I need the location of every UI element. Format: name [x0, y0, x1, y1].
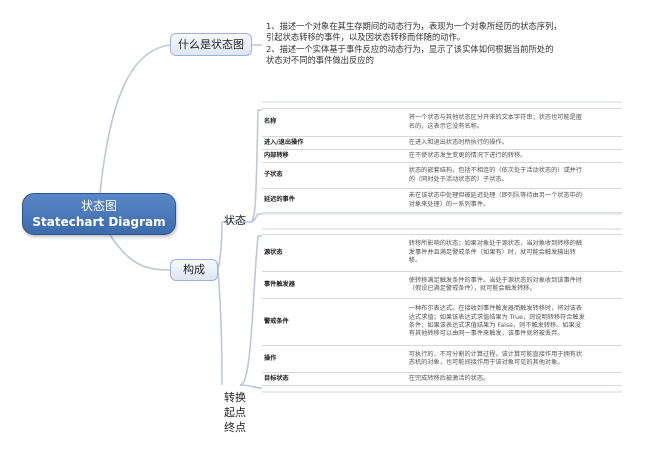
row-name: 内部转移: [262, 149, 407, 163]
definition-line: 2、描述一个实体基于事件反应的动态行为，显示了该实体如何根据当前所处的: [266, 44, 554, 54]
table-row: 源状态 转移所影响的状态；如果对象处于源状态，当对象收到转移的触 发事件并且满足警…: [262, 234, 622, 272]
row-name: 名称: [262, 108, 407, 137]
table-row: 子状态 状态的嵌套结构，包括不相连的（依次处于活动状态的）或并行 的（同时处于活动…: [262, 162, 622, 189]
table-row: 延迟的事件 未在该状态中处理但被延迟处理（即列队等待由另一个状态中的 对象来处理）…: [262, 188, 622, 213]
definition-line: 引起状态转移的事件，以及因状态转移而伴随的动作。: [266, 32, 466, 42]
row-desc: 在完成转移后被激活的状态。: [406, 372, 622, 386]
branch-transition-label: 起点: [224, 406, 246, 419]
table-row: 目标状态 在完成转移后被激活的状态。: [262, 372, 622, 386]
row-desc: 在不使状态发生变更的情况下进行的转移。: [406, 149, 622, 163]
definition-line: 状态对不同的事件做出反应的: [266, 55, 374, 65]
table-row: 操作 可执行的、不可分割的计算过程，该计算可能直接作用于拥有状 态机的对象，也可能…: [262, 345, 622, 373]
branch-transition-label: 终点: [224, 421, 246, 434]
row-name: 操作: [262, 345, 407, 373]
row-desc: 转移所影响的状态；如果对象处于源状态，当对象收到转移的触 发事件并且满足警戒条件（…: [406, 234, 622, 272]
row-name: 源状态: [262, 234, 407, 272]
branch-transition[interactable]: 转换 起点 终点: [224, 390, 246, 435]
row-name: 延迟的事件: [262, 188, 407, 213]
branch-transition-label: 转换: [224, 391, 246, 404]
table-row: 内部转移 在不使状态发生变更的情况下进行的转移。: [262, 149, 622, 163]
row-name: 目标状态: [262, 372, 407, 386]
root-title-en: Statechart Diagram: [32, 215, 166, 229]
row-desc: 使转移满足触发条件的事件。当处于源状态的对象收到该事件时 （假设已满足警戒条件），…: [406, 271, 622, 299]
table-row: 事件触发器 使转移满足触发条件的事件。当处于源状态的对象收到该事件时 （假设已满足…: [262, 271, 622, 299]
state-properties-table: 名称 将一个状态与其他状态区分开来的文本字符串；状态也可能是匿 名的，这表示它没有…: [262, 108, 622, 213]
row-desc: 将一个状态与其他状态区分开来的文本字符串；状态也可能是匿 名的，这表示它没有名称。: [406, 108, 622, 137]
row-name: 子状态: [262, 162, 407, 189]
branch-state[interactable]: 状态: [224, 212, 246, 228]
row-desc: 状态的嵌套结构，包括不相连的（依次处于活动状态的）或并行 的（同时处于活动状态的）…: [406, 162, 622, 189]
transition-properties-table: 源状态 转移所影响的状态；如果对象处于源状态，当对象收到转移的触 发事件并且满足警…: [262, 234, 622, 386]
topic-what-is[interactable]: 什么是状态图: [170, 33, 252, 56]
root-node[interactable]: 状态图 Statechart Diagram: [22, 193, 176, 235]
row-name: 警戒条件: [262, 298, 407, 346]
table-row: 进入/退出操作 在进入和退出状态时所执行的操作。: [262, 136, 622, 150]
row-desc: 未在该状态中处理但被延迟处理（即列队等待由另一个状态中的 对象来处理）的一系列事件…: [406, 188, 622, 213]
table-row: 名称 将一个状态与其他状态区分开来的文本字符串；状态也可能是匿 名的，这表示它没有…: [262, 108, 622, 137]
definition-line: 1、描述一个对象在其生存期间的动态行为，表现为一个对象所经历的状态序列，: [266, 21, 562, 31]
row-desc: 在进入和退出状态时所执行的操作。: [406, 136, 622, 150]
root-title-cn: 状态图: [80, 199, 117, 213]
row-name: 进入/退出操作: [262, 136, 407, 150]
row-name: 事件触发器: [262, 271, 407, 299]
table-row: 警戒条件 一种布尔表达式。在接收到事件触发器而触发转移时，将对该表 达式求值；如果…: [262, 298, 622, 346]
row-desc: 可执行的、不可分割的计算过程，该计算可能直接作用于拥有状 态机的对象，也可能间接作…: [406, 345, 622, 373]
row-desc: 一种布尔表达式。在接收到事件触发器而触发转移时，将对该表 达式求值；如果该表达式求…: [406, 298, 622, 346]
topic-composition[interactable]: 构成: [170, 259, 218, 281]
